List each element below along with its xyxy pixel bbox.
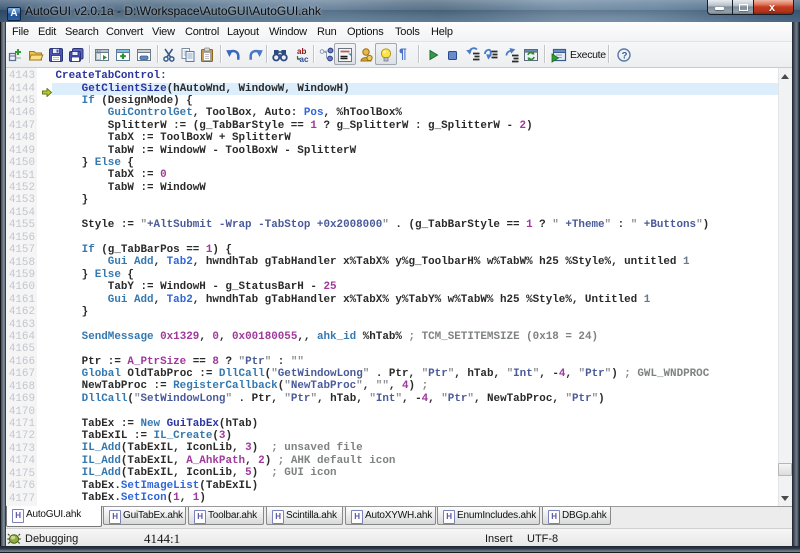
- svg-text:ac: ac: [300, 55, 309, 63]
- svg-text:?: ?: [622, 51, 628, 62]
